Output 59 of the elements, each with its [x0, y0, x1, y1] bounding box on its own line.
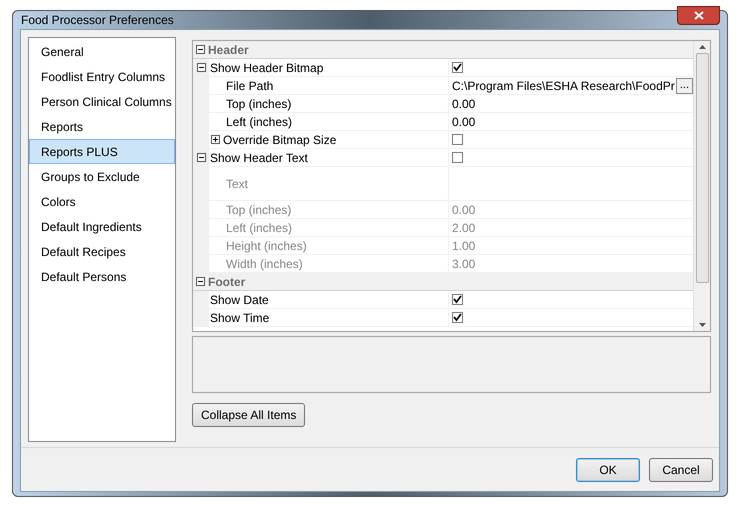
property-label: Show Time: [210, 310, 270, 326]
window-title: Food Processor Preferences: [20, 12, 174, 29]
checkbox[interactable]: [452, 294, 463, 305]
scrollbar[interactable]: [693, 41, 710, 331]
category-item[interactable]: Default Ingredients: [29, 214, 175, 239]
property-value[interactable]: 0.00: [452, 112, 476, 130]
category-item[interactable]: General: [29, 39, 175, 64]
property-row[interactable]: Top (inches) 0.00: [193, 95, 693, 113]
category-item[interactable]: Reports PLUS: [29, 139, 175, 164]
property-row[interactable]: Show Header Text: [193, 149, 693, 167]
property-label: File Path: [226, 78, 274, 94]
category-item[interactable]: Person Clinical Columns: [29, 89, 175, 114]
category-item[interactable]: Colors: [29, 189, 175, 214]
property-row[interactable]: Show Date: [193, 291, 693, 309]
property-row[interactable]: Left (inches) 0.00: [193, 113, 693, 131]
section-row[interactable]: Footer: [193, 273, 693, 291]
collapse-icon[interactable]: [196, 277, 205, 286]
collapse-icon[interactable]: [196, 63, 206, 72]
collapse-icon[interactable]: [196, 45, 205, 54]
dialog-button[interactable]: OK: [576, 458, 640, 482]
property-label: Left (inches): [226, 220, 292, 236]
scroll-up-icon[interactable]: [698, 45, 706, 49]
scroll-thumb[interactable]: [696, 53, 708, 283]
property-label: Show Header Bitmap: [210, 60, 324, 76]
expand-icon[interactable]: [211, 135, 220, 144]
property-label: Override Bitmap Size: [223, 132, 336, 148]
category-item[interactable]: Groups to Exclude: [29, 164, 175, 189]
close-button[interactable]: [677, 6, 720, 24]
property-row[interactable]: Override Bitmap Size: [193, 131, 693, 149]
category-item[interactable]: Default Recipes: [29, 239, 175, 264]
close-icon: [694, 10, 704, 20]
category-item[interactable]: Default Persons: [29, 264, 175, 289]
browse-button[interactable]: ...: [676, 78, 693, 94]
checkbox[interactable]: [452, 152, 463, 163]
property-row[interactable]: File Path C:\Program Files\ESHA Research\FoodPr ...: [193, 77, 693, 95]
property-label: Height (inches): [226, 238, 307, 254]
checkbox[interactable]: [452, 62, 463, 73]
collapse-icon[interactable]: [196, 153, 206, 162]
property-value[interactable]: 0.00: [452, 94, 476, 112]
section-header: Footer: [208, 274, 246, 290]
property-label: Show Header Text: [210, 150, 308, 166]
property-label: Left (inches): [226, 114, 292, 130]
category-item[interactable]: Foodlist Entry Columns: [29, 64, 175, 89]
property-label: Text: [226, 176, 248, 192]
collapse-all-button[interactable]: Collapse All Items: [192, 403, 306, 427]
dialog-button[interactable]: Cancel: [649, 458, 713, 482]
property-row[interactable]: Show Header Bitmap: [193, 59, 693, 77]
section-header: Header: [208, 42, 249, 58]
property-label: Show Date: [210, 292, 269, 308]
property-value[interactable]: C:\Program Files\ESHA Research\FoodPr: [452, 76, 676, 94]
property-label: Width (inches): [226, 256, 303, 272]
property-row[interactable]: Show Time: [193, 309, 693, 327]
property-label: Top (inches): [226, 96, 292, 112]
checkbox[interactable]: [452, 134, 463, 145]
category-item[interactable]: Reports: [29, 114, 175, 139]
checkbox[interactable]: [452, 312, 463, 323]
scroll-down-icon[interactable]: [698, 323, 706, 327]
property-label: Top (inches): [226, 202, 292, 218]
section-row[interactable]: Header: [193, 41, 693, 59]
